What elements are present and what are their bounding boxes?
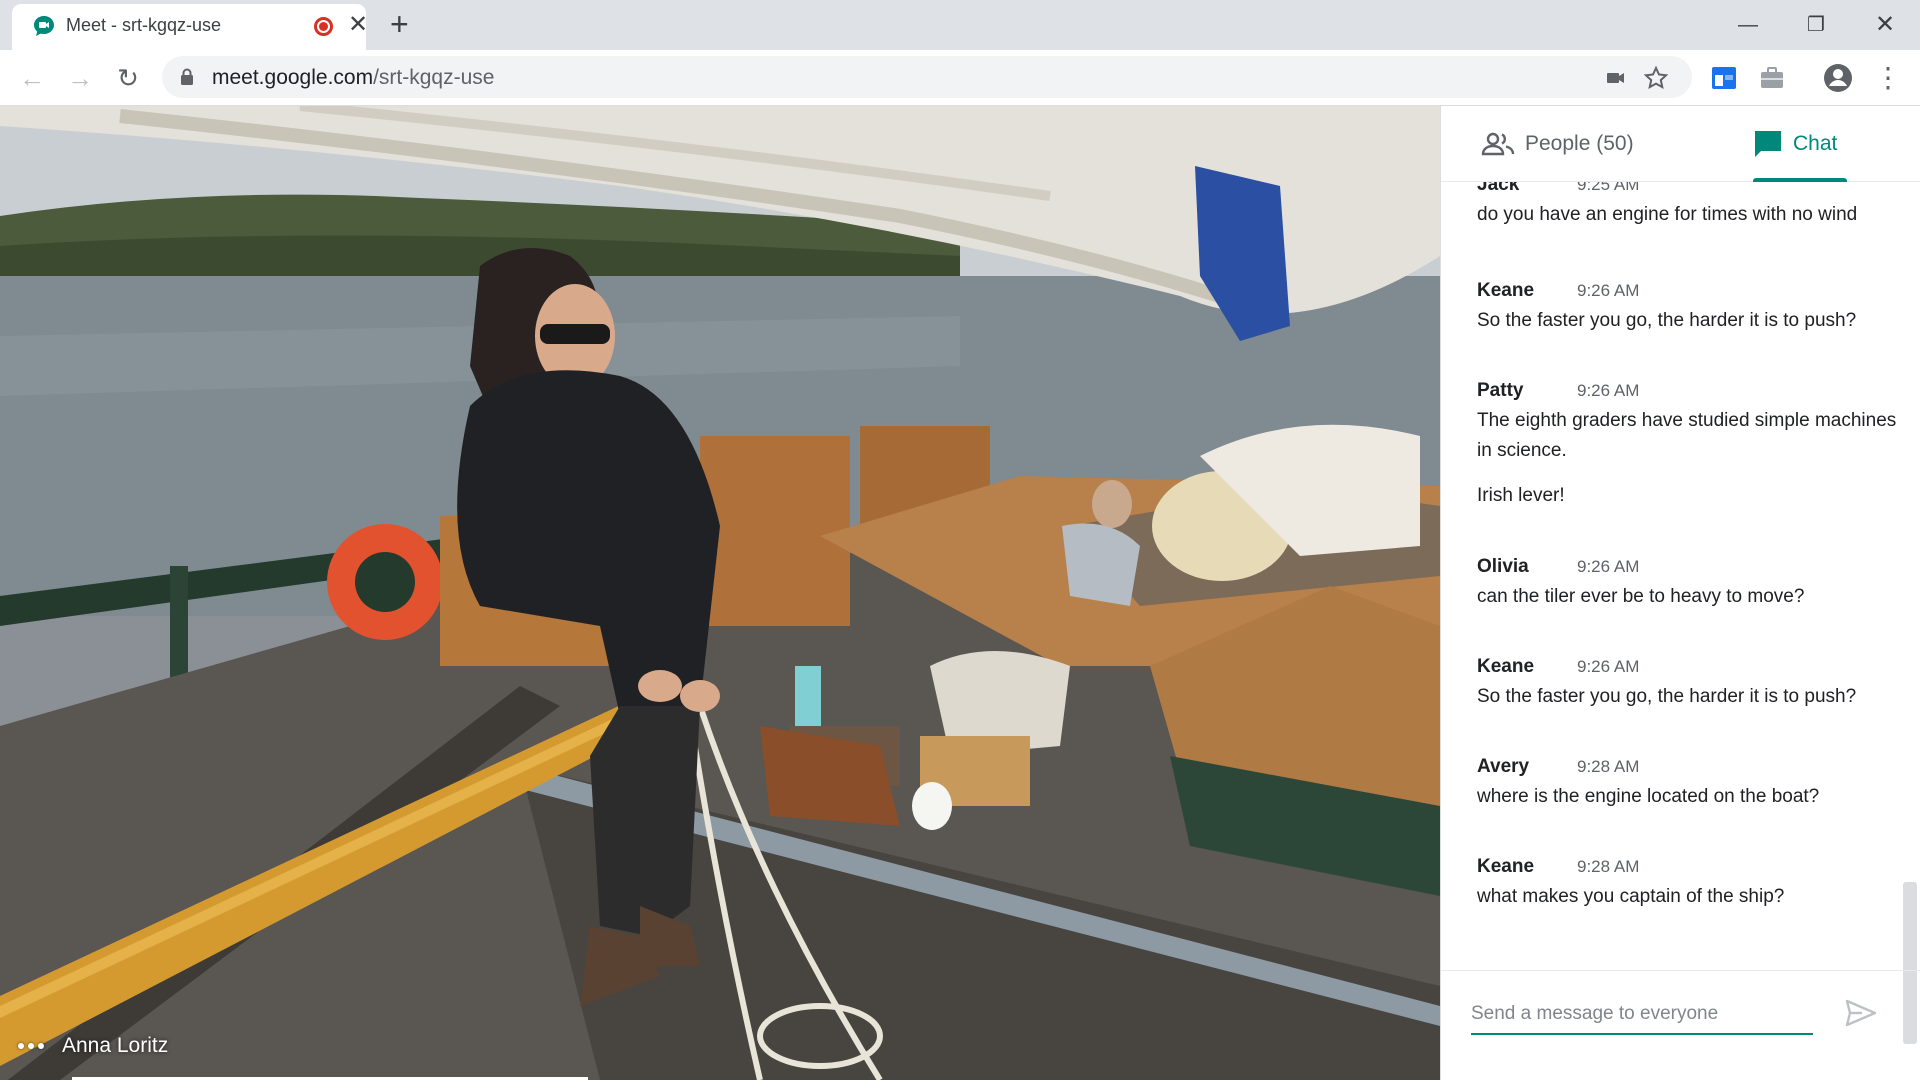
chat-message: Keane 9:26 AM So the faster you go, the h… [1477, 656, 1897, 712]
chat-compose [1441, 970, 1920, 1080]
message-text: So the faster you go, the harder it is t… [1477, 310, 1857, 331]
send-icon[interactable] [1843, 995, 1879, 1031]
url-path: /srt-kgqz-use [373, 66, 495, 89]
extension-icon[interactable] [1708, 62, 1740, 94]
tab-chat-label: Chat [1793, 132, 1838, 155]
message-text: Irish lever! [1477, 485, 1565, 506]
chat-message-input[interactable] [1471, 995, 1813, 1035]
message-time: 9:28 AM [1577, 757, 1640, 776]
people-icon [1481, 132, 1515, 156]
participant-name: Anna Loritz [62, 1034, 169, 1057]
message-sender: Patty [1477, 380, 1524, 401]
star-icon[interactable] [1642, 64, 1670, 92]
message-text: what makes you captain of the ship? [1477, 886, 1785, 907]
briefcase-icon[interactable] [1756, 62, 1788, 94]
window-close-icon[interactable]: ✕ [1870, 10, 1900, 40]
chat-icon [1755, 131, 1781, 157]
chat-message: Keane 9:26 AM So the faster you go, the h… [1477, 280, 1897, 336]
message-time: 9:25 AM [1577, 182, 1640, 194]
message-text: The eighth graders have studied simple m… [1477, 410, 1897, 461]
browser-toolbar: ← → ↻ meet.google.com/srt-kgqz-use ⋮ [0, 50, 1920, 106]
chat-message: Olivia 9:26 AM can the tiler ever be to h… [1477, 556, 1897, 612]
back-icon[interactable]: ← [14, 60, 50, 96]
message-time: 9:26 AM [1577, 281, 1640, 300]
message-sender: Keane [1477, 856, 1535, 877]
message-time: 9:28 AM [1577, 857, 1640, 876]
minimize-icon[interactable]: — [1733, 10, 1763, 40]
address-bar[interactable]: meet.google.com/srt-kgqz-use [162, 56, 1692, 98]
plus-icon[interactable]: + [390, 8, 409, 40]
message-time: 9:26 AM [1577, 381, 1640, 400]
tab-people[interactable]: People (50) [1481, 106, 1634, 182]
message-time: 9:26 AM [1577, 657, 1640, 676]
message-text: do you have an engine for times with no … [1477, 204, 1858, 225]
chat-message: Avery 9:28 AM where is the engine located… [1477, 756, 1897, 812]
message-sender: Jack [1477, 182, 1520, 195]
meet-favicon-icon [34, 16, 54, 36]
account-icon[interactable] [1822, 62, 1854, 94]
close-icon[interactable]: ✕ [348, 13, 368, 37]
message-text: So the faster you go, the harder it is t… [1477, 686, 1857, 707]
message-sender: Keane [1477, 656, 1535, 677]
camera-icon[interactable] [1602, 64, 1630, 92]
message-text: where is the engine located on the boat? [1477, 786, 1820, 807]
message-sender: Avery [1477, 756, 1530, 777]
side-panel: People (50) Chat Jack 9:25 AM do you have… [1440, 106, 1920, 1080]
url-text: meet.google.com/srt-kgqz-use [212, 66, 494, 90]
restore-icon[interactable]: ❐ [1801, 10, 1831, 40]
more-options-icon[interactable] [18, 1043, 44, 1049]
browser-tab-strip: Meet - srt-kgqz-use ✕ + — ❐ ✕ [0, 0, 1920, 50]
participant-name-tag: Anna Loritz [18, 1034, 168, 1058]
reload-icon[interactable]: ↻ [110, 60, 146, 96]
panel-tabs: People (50) Chat [1441, 106, 1920, 182]
chat-message: Keane 9:28 AM what makes you captain of t… [1477, 856, 1897, 912]
record-icon [314, 17, 333, 36]
menu-icon[interactable]: ⋮ [1870, 60, 1906, 96]
chat-scrollbar[interactable] [1900, 182, 1920, 1044]
lock-icon [181, 68, 193, 85]
chat-message: Jack 9:25 AM do you have an engine for ti… [1477, 182, 1897, 230]
forward-icon[interactable]: → [62, 60, 98, 96]
participant-video[interactable]: Anna Loritz [0, 106, 1440, 1080]
chat-messages[interactable]: Jack 9:25 AM do you have an engine for ti… [1441, 182, 1920, 970]
message-sender: Olivia [1477, 556, 1529, 577]
message-time: 9:26 AM [1577, 557, 1640, 576]
chat-message: Patty 9:26 AM The eighth graders have stu… [1477, 380, 1897, 511]
video-frame [0, 106, 1440, 1080]
tab-title: Meet - srt-kgqz-use [66, 15, 222, 35]
browser-tab[interactable]: Meet - srt-kgqz-use ✕ [12, 4, 368, 50]
url-host: meet.google.com [212, 66, 374, 89]
message-sender: Keane [1477, 280, 1535, 301]
tab-chat[interactable]: Chat [1753, 106, 1847, 182]
tab-people-label: People (50) [1525, 132, 1634, 155]
message-text: can the tiler ever be to heavy to move? [1477, 586, 1805, 607]
